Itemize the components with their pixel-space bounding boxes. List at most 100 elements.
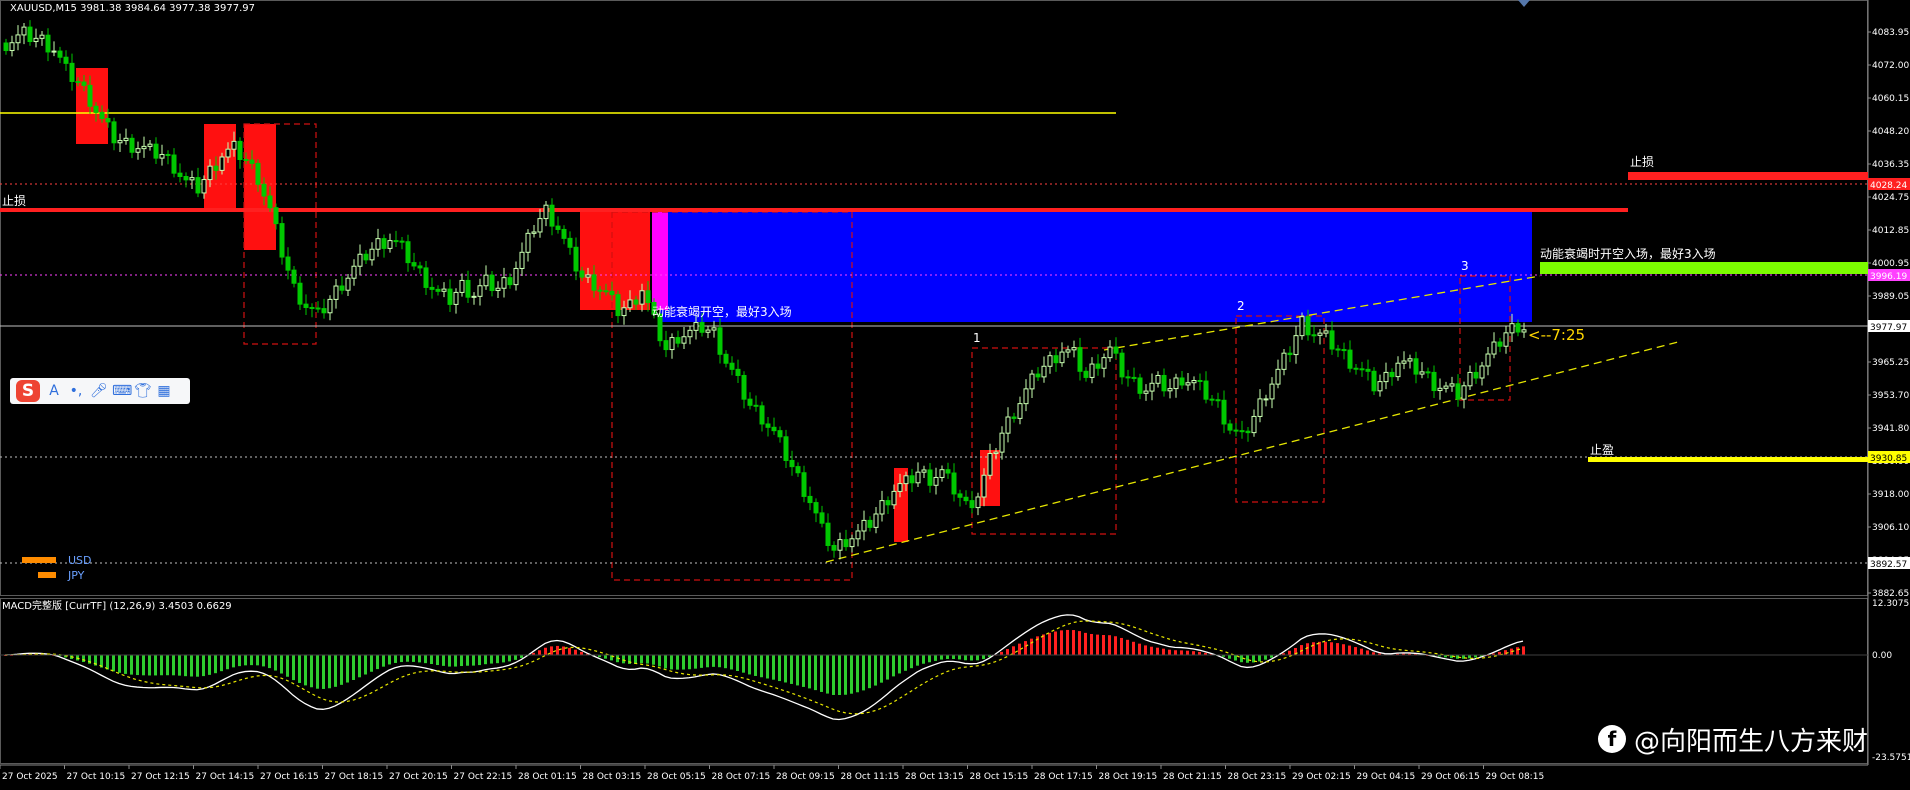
macd-bar — [886, 655, 889, 680]
candle-body — [3, 42, 9, 52]
macd-bar — [244, 655, 247, 666]
candle-body — [309, 306, 315, 309]
candle-body — [81, 81, 87, 86]
candle-body — [585, 274, 591, 278]
candle-body — [891, 490, 897, 506]
candle-body — [639, 290, 645, 305]
macd-bar — [1330, 642, 1333, 655]
platform-logo-icon: f — [1598, 725, 1626, 753]
candle-body — [1251, 415, 1257, 434]
candle-body — [1269, 383, 1275, 400]
macd-bar — [544, 647, 547, 655]
candle-body — [627, 299, 633, 309]
candle-body — [519, 251, 525, 269]
candle-body — [285, 256, 291, 271]
candle-body — [699, 322, 705, 333]
time-tick-label: 27 Oct 14:15 — [196, 772, 255, 782]
price-tick-label: 3989.05 — [1872, 292, 1909, 302]
candle-body — [33, 37, 39, 43]
candle-body — [15, 34, 21, 44]
ime-toolbar[interactable]: S A •, 🎤︎ ⌨ 👕︎ ▦ — [10, 378, 190, 404]
price-tick-label: 3953.70 — [1872, 391, 1909, 401]
skin-shirt-icon[interactable]: 👕︎ — [134, 383, 152, 399]
candle-body — [195, 177, 201, 194]
macd-bar — [1114, 636, 1117, 655]
macd-bar — [262, 655, 265, 667]
macd-bar — [952, 655, 955, 659]
candle-body — [837, 539, 843, 551]
macd-bar — [724, 655, 727, 669]
microphone-icon[interactable]: 🎤︎ — [90, 383, 108, 399]
price-chart[interactable]: XAUUSD,M15 3981.38 3984.64 3977.38 3977.… — [0, 0, 1910, 786]
macd-bar — [442, 655, 445, 666]
candle-body — [507, 277, 513, 286]
candle-body — [549, 204, 555, 227]
candle-body — [1395, 362, 1401, 378]
candle-body — [117, 140, 123, 144]
candle-body — [1101, 357, 1107, 369]
macd-bar — [1120, 637, 1123, 655]
mt-chart-window[interactable]: XAUUSD,M15 3981.38 3984.64 3977.38 3977.… — [0, 0, 1910, 786]
macd-bar — [928, 655, 931, 663]
candle-body — [1359, 368, 1365, 371]
target-price-tag: 3930.85 — [1870, 454, 1907, 464]
candle-body — [717, 327, 723, 355]
macd-bar — [1348, 645, 1351, 655]
candle-body — [1509, 323, 1515, 334]
time-tick-label: 29 Oct 02:15 — [1292, 772, 1351, 782]
punctuation-icon[interactable]: •, — [68, 383, 84, 399]
candle-body — [681, 336, 687, 344]
chart-shift-marker-icon[interactable] — [1518, 0, 1530, 7]
candle-body — [561, 228, 567, 239]
candle-body — [963, 496, 969, 502]
candle-body — [231, 140, 237, 150]
macd-bar — [1264, 655, 1267, 660]
stop-label-left: 止损 — [2, 194, 26, 208]
macd-bar — [778, 655, 781, 682]
macd-bar — [1156, 647, 1159, 655]
candle-body — [1053, 355, 1059, 364]
supply-box-red-2b — [244, 124, 276, 250]
keyboard-icon[interactable]: ⌨ — [112, 383, 132, 399]
macd-bar — [322, 655, 325, 689]
chart-header-text: XAUUSD,M15 3981.38 3984.64 3977.38 3977.… — [10, 3, 255, 14]
candle-body — [1401, 360, 1407, 364]
candle-body — [1329, 330, 1335, 350]
time-tick-label: 27 Oct 16:15 — [260, 772, 319, 782]
macd-bar — [148, 655, 151, 676]
candle-body — [1125, 376, 1131, 379]
candle-body — [975, 496, 981, 509]
macd-bar — [688, 655, 691, 670]
chinese-mode-icon[interactable]: A — [46, 383, 62, 399]
time-tick-label: 27 Oct 12:15 — [131, 772, 190, 782]
stop-label-right: 止损 — [1630, 155, 1654, 169]
candle-body — [153, 143, 159, 159]
macd-bar — [514, 655, 517, 660]
macd-bar — [1306, 643, 1309, 655]
candle-body — [255, 162, 261, 185]
macd-bar — [640, 655, 643, 664]
candle-body — [855, 530, 861, 540]
macd-bar — [820, 655, 823, 692]
macd-bar — [808, 655, 811, 689]
macd-bar — [478, 655, 481, 666]
candle-body — [1311, 334, 1317, 337]
macd-bar — [172, 655, 175, 676]
price-tick-label: 4036.35 — [1872, 160, 1909, 170]
candle-body — [1137, 377, 1143, 394]
candle-body — [129, 137, 135, 153]
macd-bar — [862, 655, 865, 691]
candle-body — [45, 34, 51, 53]
toolbox-grid-icon[interactable]: ▦ — [156, 383, 172, 399]
macd-bar — [364, 655, 367, 675]
candle-body — [609, 290, 615, 296]
macd-bar — [646, 655, 649, 664]
candle-body — [1323, 330, 1329, 334]
trend-support-line — [825, 341, 1679, 563]
macd-bar — [190, 655, 193, 677]
candle-body — [1497, 341, 1503, 347]
candle-body — [327, 298, 333, 314]
sogou-logo-icon[interactable]: S — [16, 380, 40, 402]
macd-bar — [982, 655, 985, 660]
target-bar-right — [1588, 457, 1868, 462]
